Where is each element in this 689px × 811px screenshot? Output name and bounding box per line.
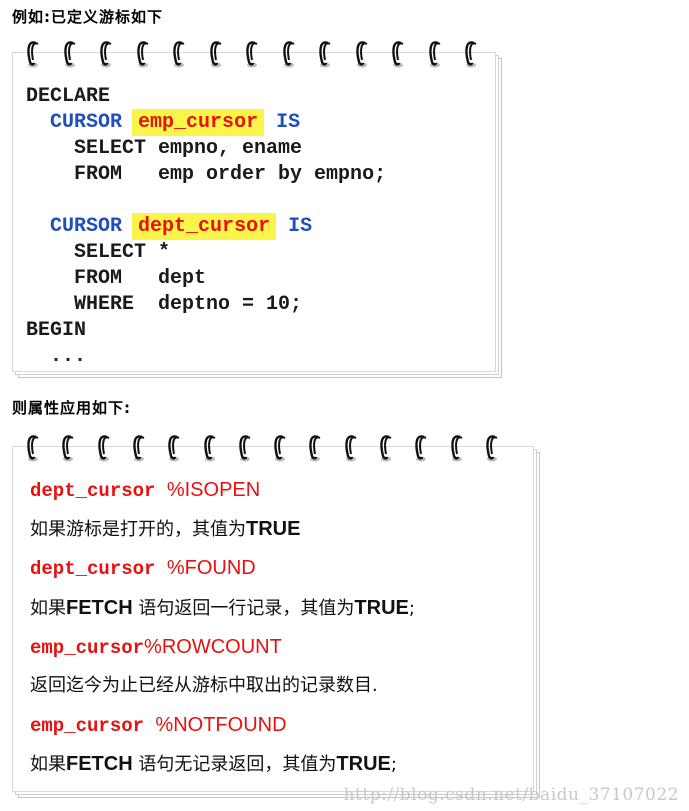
code-keyword: CURSOR (50, 111, 123, 134)
ring-binding (12, 38, 492, 72)
attribute-description: 如果游标是打开的，其值为TRUE (30, 516, 300, 542)
spiral-ring-icon (203, 432, 217, 462)
desc-bold: TRUE (246, 518, 301, 541)
spiral-ring-icon (238, 432, 252, 462)
code-block: DECLARE CURSOR emp_cursor IS SELECT empn… (26, 84, 386, 370)
attribute-description: 如果FETCH 语句无记录返回，其值为TRUE; (30, 751, 397, 777)
spiral-ring-icon (344, 432, 358, 462)
desc-text: 返回迄今为止已经从游标中取出的记录数目. (30, 675, 378, 696)
attribute-description: 如果FETCH 语句返回一行记录，其值为TRUE; (30, 595, 415, 621)
code-text: DECLARE (26, 85, 111, 108)
code-notebook: DECLARE CURSOR emp_cursor IS SELECT empn… (12, 41, 502, 382)
desc-text: ; (408, 597, 415, 619)
cursor-name: emp_cursor (30, 715, 156, 738)
spiral-ring-icon (308, 432, 322, 462)
spiral-ring-icon (450, 432, 464, 462)
attribute-keyword: %NOTFOUND (155, 714, 287, 737)
desc-bold: FETCH (66, 753, 133, 776)
spiral-ring-icon (172, 38, 186, 68)
code-keyword: CURSOR (50, 215, 123, 238)
spiral-ring-icon (26, 38, 40, 68)
spiral-ring-icon (318, 38, 332, 68)
cursor-name: dept_cursor (30, 480, 167, 502)
code-line: CURSOR dept_cursor IS (26, 213, 386, 240)
desc-text: 语句无记录返回，其值为 (132, 754, 337, 776)
desc-text: 如果 (30, 754, 66, 776)
attribute-keyword: %ISOPEN (166, 479, 261, 501)
cursor-name: dept_cursor (30, 558, 167, 581)
attribute-keyword: %FOUND (166, 557, 256, 580)
code-text: SELECT * (74, 241, 171, 264)
cursor-name: emp_cursor (30, 636, 145, 659)
ring-binding (12, 432, 532, 466)
spiral-ring-icon (485, 432, 499, 462)
attribute-description: 返回迄今为止已经从游标中取出的记录数目. (30, 673, 378, 699)
desc-bold: TRUE (354, 596, 409, 619)
spiral-ring-icon (282, 38, 296, 68)
code-line: SELECT * (26, 240, 386, 266)
code-line: WHERE deptno = 10; (26, 292, 386, 318)
code-line: CURSOR emp_cursor IS (26, 109, 386, 136)
desc-bold: TRUE (336, 753, 391, 776)
spiral-ring-icon (355, 38, 369, 68)
attribute-name: dept_cursor %ISOPEN (30, 477, 260, 503)
desc-text: ; (390, 754, 397, 776)
spiral-ring-icon (167, 432, 181, 462)
spiral-ring-icon (428, 38, 442, 68)
spiral-ring-icon (63, 38, 77, 68)
code-text: FROM emp order by empno; (74, 163, 387, 186)
desc-text: 如果 (30, 597, 66, 619)
watermark: http://blog.csdn.net/baidu_37107022 (343, 785, 679, 805)
attribute-name: dept_cursor %FOUND (30, 555, 256, 581)
heading-apply: 则属性应用如下: (12, 399, 131, 417)
code-keyword: IS (276, 215, 313, 238)
spiral-ring-icon (464, 38, 478, 68)
code-line: FROM dept (26, 266, 386, 292)
code-text: ... (50, 345, 87, 368)
code-text: SELECT empno, ename (74, 137, 303, 160)
spiral-ring-icon (273, 432, 287, 462)
desc-text: 语句返回一行记录，其值为 (132, 597, 355, 619)
attribute-name: emp_cursor %NOTFOUND (30, 712, 287, 738)
code-text: WHERE deptno = 10; (74, 293, 303, 316)
attribute-keyword: %ROWCOUNT (144, 635, 282, 658)
code-line: BEGIN (26, 318, 386, 344)
code-line: SELECT empno, ename (26, 136, 386, 162)
spiral-ring-icon (379, 432, 393, 462)
spiral-ring-icon (414, 432, 428, 462)
cursor-name-highlight: emp_cursor (132, 109, 265, 136)
spiral-ring-icon (132, 432, 146, 462)
code-text: FROM dept (74, 267, 207, 290)
spiral-ring-icon (136, 38, 150, 68)
code-keyword: IS (264, 111, 301, 134)
spiral-ring-icon (209, 38, 223, 68)
spiral-ring-icon (245, 38, 259, 68)
code-line: ... (26, 344, 386, 370)
code-text: BEGIN (26, 319, 87, 342)
spiral-ring-icon (61, 432, 75, 462)
spiral-ring-icon (26, 432, 40, 462)
spiral-ring-icon (99, 38, 113, 68)
spiral-ring-icon (97, 432, 111, 462)
attribute-name: emp_cursor%ROWCOUNT (30, 634, 282, 660)
code-line: DECLARE (26, 84, 386, 110)
code-line: FROM emp order by empno; (26, 162, 386, 188)
desc-text: 如果游标是打开的，其值为 (30, 519, 246, 541)
cursor-name-highlight: dept_cursor (132, 213, 277, 240)
desc-bold: FETCH (66, 596, 133, 619)
spiral-ring-icon (391, 38, 405, 68)
heading-example: 例如:已定义游标如下 (12, 8, 163, 26)
